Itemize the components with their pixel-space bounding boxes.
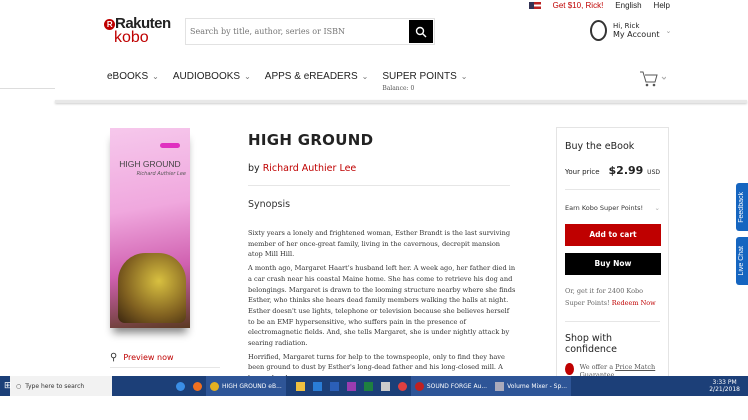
nav-super-points[interactable]: SUPER POINTS ⌄ Balance: 0 [382,71,468,92]
earn-label: Earn Kobo Super Points! [565,204,644,212]
chevron-down-icon: ⌄ [654,204,660,212]
outlook-icon [312,381,322,391]
search-bar [185,18,435,45]
jet-image [160,143,180,148]
account-greeting: Hi, Rick [613,22,640,30]
taskbar-search[interactable]: ○ Type here to search [10,376,112,396]
preview-now-link[interactable]: ⚲ Preview now [110,352,174,363]
windows-taskbar: ⊞ ○ Type here to search HIGH GROUND eB...… [0,376,748,396]
chevron-down-icon: ⌄ [152,72,159,81]
buy-heading: Buy the eBook [565,141,635,152]
windows-start-icon[interactable]: ⊞ [4,381,12,391]
divider [248,185,510,186]
price-row: Your price $2.99 USD [565,164,660,190]
divider [110,367,220,368]
redeem-text: Or, get it for 2400 Kobo Super Points! R… [565,285,660,322]
synopsis-heading: Synopsis [248,199,291,210]
buy-now-button[interactable]: Buy Now [565,253,661,275]
search-icon [415,26,427,37]
main-nav: eBOOKS ⌄ AUDIOBOOKS ⌄ APPS & eREADERS ⌄ SUP… [107,71,468,92]
feedback-tab[interactable]: Feedback [736,183,748,231]
search-icon: ⚲ [110,352,118,363]
price-label: Your price [565,168,600,176]
volume-icon [495,381,505,391]
chevron-down-icon: ⌄ [244,72,251,81]
currency: USD [647,169,660,176]
confidence-heading: Shop with confidence [565,333,618,355]
add-to-cart-button[interactable]: Add to cart [565,224,661,246]
nav-ebooks[interactable]: eBOOKS ⌄ [107,71,159,82]
excel-icon [363,381,373,391]
cart-button[interactable] [640,70,667,92]
taskbar-chrome[interactable]: HIGH GROUND eB... [206,376,286,396]
account-menu[interactable]: Hi, Rick My Account ⌄ [590,20,671,41]
redeem-link[interactable]: Redeem Now [612,299,656,307]
earn-points-toggle[interactable]: Earn Kobo Super Points! ⌄ [565,204,660,212]
language-select[interactable]: English [615,0,641,11]
word-icon [329,381,339,391]
taskbar-apps[interactable] [292,376,411,396]
live-chat-tab[interactable]: Live Chat [736,237,748,285]
author-link[interactable]: Richard Authier Lee [263,163,357,174]
logo-kobo: kobo [114,29,149,46]
divider [0,88,55,89]
synopsis-text: Sixty years a lonely and frightened woma… [248,228,516,387]
user-icon [590,20,607,41]
cover-title: HIGH GROUND [119,159,181,169]
onenote-icon [346,381,356,391]
chevron-down-icon: ⌄ [361,72,369,81]
book-cover[interactable]: HIGH GROUND Richard Authier Lee [110,128,190,328]
cortana-icon: ○ [16,382,22,390]
nav-apps-ereaders[interactable]: APPS & eREADERS ⌄ [265,71,369,82]
search-button[interactable] [409,20,433,43]
points-balance: Balance: 0 [382,85,415,92]
nav-audiobooks[interactable]: AUDIOBOOKS ⌄ [173,71,251,82]
promo-link[interactable]: Get $10, Rick! [553,0,604,11]
chevron-down-icon: ⌄ [665,26,672,35]
edge-icon [176,381,185,391]
utility-bar: Get $10, Rick! English Help [0,0,748,11]
book-title: HIGH GROUND [248,131,374,149]
search-input[interactable] [186,27,409,36]
taskbar-edge[interactable] [172,376,189,396]
taskbar-clock[interactable]: 3:33 PM 2/21/2018 [709,379,748,393]
badge-icon [565,363,574,375]
preview-label: Preview now [123,353,174,362]
synopsis-paragraph: A month ago, Margaret Haart's husband le… [248,264,516,348]
header-divider [55,100,747,103]
chrome-icon [210,381,219,391]
firefox-icon [193,381,202,391]
soundforge-icon [414,381,424,391]
app-icon [397,381,407,391]
kobo-logo[interactable]: R Rakuten kobo [104,16,171,46]
lion-statue-image [118,253,186,323]
cover-author: Richard Authier Lee [136,171,186,177]
live-chat-label: Live Chat [738,246,745,276]
synopsis-paragraph: Sixty years a lonely and frightened woma… [248,229,511,259]
taskbar-firefox[interactable] [189,376,206,396]
chevron-down-icon: ⌄ [460,72,468,81]
taskbar-volume-mixer[interactable]: Volume Mixer - Sp... [491,376,572,396]
account-label: My Account [613,30,660,39]
price-value: $2.99 [608,164,644,177]
us-flag-icon[interactable] [528,2,541,9]
book-byline: by Richard Authier Lee [248,163,357,174]
feedback-label: Feedback [738,191,745,223]
cart-icon [640,71,667,87]
explorer-icon [295,381,305,391]
buy-panel: Buy the eBook Your price $2.99 USD Earn … [556,127,669,387]
calculator-icon [380,381,390,391]
help-link[interactable]: Help [654,0,670,11]
taskbar-soundforge[interactable]: SOUND FORGE Au... [410,376,492,396]
